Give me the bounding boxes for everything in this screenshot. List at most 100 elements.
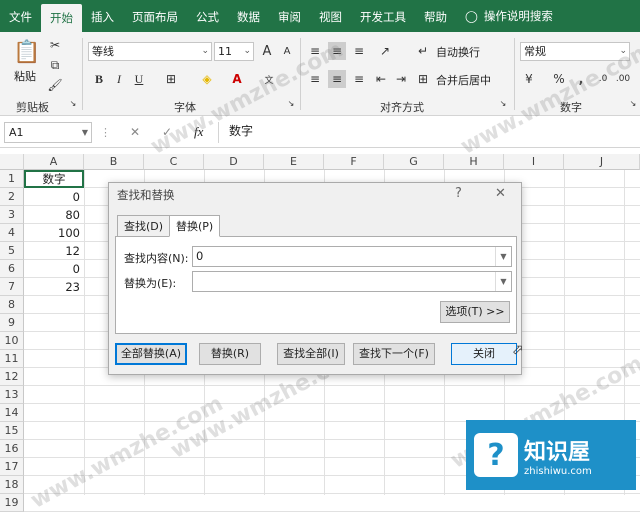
- replace-button[interactable]: 替换(R): [199, 343, 261, 365]
- increase-indent-icon[interactable]: ⇥: [392, 70, 410, 88]
- grid-line: [24, 493, 640, 494]
- col-header[interactable]: I: [504, 154, 564, 170]
- tab-page-layout[interactable]: 页面布局: [123, 0, 187, 32]
- align-center-icon[interactable]: ≡: [328, 70, 346, 88]
- row-header[interactable]: 10: [0, 332, 24, 350]
- cell-a7[interactable]: 23: [24, 278, 84, 296]
- col-header[interactable]: E: [264, 154, 324, 170]
- paste-icon[interactable]: 📋: [13, 38, 40, 66]
- cell-a5[interactable]: 12: [24, 242, 84, 260]
- orientation-icon[interactable]: ↗: [376, 42, 394, 60]
- decrease-indent-icon[interactable]: ⇤: [372, 70, 390, 88]
- cell-a3[interactable]: 80: [24, 206, 84, 224]
- font-size-combo[interactable]: 11 ⌄: [214, 42, 254, 61]
- tab-formulas[interactable]: 公式: [187, 0, 228, 32]
- wrap-text-label[interactable]: 自动换行: [436, 44, 480, 60]
- border-icon[interactable]: ⊞: [162, 70, 180, 88]
- grow-font-icon[interactable]: A: [258, 42, 276, 60]
- tab-find[interactable]: 查找(D): [117, 215, 171, 237]
- alignment-launcher-icon[interactable]: ↘: [498, 98, 508, 108]
- tab-view[interactable]: 视图: [310, 0, 351, 32]
- currency-icon[interactable]: ¥: [520, 70, 538, 88]
- find-all-button[interactable]: 查找全部(I): [277, 343, 345, 365]
- tab-file[interactable]: 文件: [0, 0, 41, 32]
- tab-review[interactable]: 审阅: [269, 0, 310, 32]
- col-header[interactable]: F: [324, 154, 384, 170]
- row-header[interactable]: 9: [0, 314, 24, 332]
- cell-a1[interactable]: 数字: [24, 170, 84, 188]
- formula-input[interactable]: 数字: [218, 122, 636, 143]
- select-all-corner[interactable]: [0, 154, 24, 170]
- font-name-combo[interactable]: 等线 ⌄: [88, 42, 212, 61]
- dialog-title: 查找和替换: [117, 188, 175, 202]
- row-header[interactable]: 19: [0, 494, 24, 512]
- row-header[interactable]: 6: [0, 260, 24, 278]
- row-header[interactable]: 7: [0, 278, 24, 296]
- col-header[interactable]: C: [144, 154, 204, 170]
- row-header[interactable]: 12: [0, 368, 24, 386]
- replace-panel: 查找内容(N): 0 ▼ 替换为(E): ▼ 选项(T) >>: [115, 236, 517, 334]
- col-header[interactable]: G: [384, 154, 444, 170]
- tab-developer[interactable]: 开发工具: [351, 0, 415, 32]
- cell-a4[interactable]: 100: [24, 224, 84, 242]
- row-header[interactable]: 3: [0, 206, 24, 224]
- row-header[interactable]: 4: [0, 224, 24, 242]
- find-next-button[interactable]: 查找下一个(F): [353, 343, 435, 365]
- align-right-icon[interactable]: ≡: [350, 70, 368, 88]
- align-bottom-icon[interactable]: ≡: [350, 42, 368, 60]
- chevron-down-icon[interactable]: ▼: [495, 247, 511, 266]
- font-launcher-icon[interactable]: ↘: [286, 98, 296, 108]
- row-header[interactable]: 2: [0, 188, 24, 206]
- row-header[interactable]: 15: [0, 422, 24, 440]
- cancel-icon[interactable]: ✕: [130, 125, 140, 139]
- merge-center-label[interactable]: 合并后居中: [436, 72, 491, 88]
- row-header[interactable]: 13: [0, 386, 24, 404]
- italic-button[interactable]: I: [110, 70, 128, 88]
- replace-with-input[interactable]: ▼: [192, 271, 512, 292]
- merge-center-icon[interactable]: ⊞: [414, 70, 432, 88]
- row-header[interactable]: 16: [0, 440, 24, 458]
- format-painter-icon[interactable]: 🖌: [46, 76, 64, 94]
- help-icon[interactable]: ?: [455, 186, 462, 201]
- tab-insert[interactable]: 插入: [82, 0, 123, 32]
- find-what-input[interactable]: 0 ▼: [192, 246, 512, 267]
- cut-icon[interactable]: ✂: [46, 36, 64, 54]
- shrink-font-icon[interactable]: A: [278, 42, 296, 60]
- number-launcher-icon[interactable]: ↘: [628, 98, 638, 108]
- col-header[interactable]: D: [204, 154, 264, 170]
- row-header[interactable]: 5: [0, 242, 24, 260]
- row-header[interactable]: 14: [0, 404, 24, 422]
- close-icon[interactable]: ✕: [495, 186, 506, 201]
- options-button[interactable]: 选项(T) >>: [440, 301, 510, 323]
- underline-button[interactable]: U: [130, 70, 148, 88]
- col-header[interactable]: A: [24, 154, 84, 170]
- fill-color-icon[interactable]: ◈: [198, 70, 216, 88]
- find-replace-dialog: 查找和替换 ? ✕ 查找(D) 替换(P) 查找内容(N): 0 ▼ 替换为(E)…: [108, 182, 522, 375]
- tab-replace[interactable]: 替换(P): [169, 215, 221, 237]
- col-header[interactable]: B: [84, 154, 144, 170]
- close-button[interactable]: 关闭: [451, 343, 517, 365]
- tell-me-search[interactable]: ◯ 操作说明搜索: [456, 0, 562, 32]
- row-header[interactable]: 11: [0, 350, 24, 368]
- find-what-label: 查找内容(N):: [124, 252, 189, 265]
- tab-home[interactable]: 开始: [41, 4, 82, 32]
- row-header[interactable]: 17: [0, 458, 24, 476]
- chevron-down-icon: ⌄: [243, 46, 251, 56]
- paste-label[interactable]: 粘贴: [14, 68, 36, 84]
- tab-help[interactable]: 帮助: [415, 0, 456, 32]
- col-header[interactable]: J: [564, 154, 640, 170]
- tab-data[interactable]: 数据: [228, 0, 269, 32]
- name-box[interactable]: A1 ▼: [4, 122, 92, 143]
- row-header[interactable]: 18: [0, 476, 24, 494]
- wrap-text-icon[interactable]: ↵: [414, 42, 432, 60]
- clipboard-launcher-icon[interactable]: ↘: [68, 98, 78, 108]
- find-what-value: 0: [196, 249, 204, 263]
- bold-button[interactable]: B: [90, 70, 108, 88]
- cell-a2[interactable]: 0: [24, 188, 84, 206]
- row-header[interactable]: 8: [0, 296, 24, 314]
- copy-icon[interactable]: ⧉: [46, 56, 64, 74]
- replace-all-button[interactable]: 全部替换(A): [115, 343, 187, 365]
- row-header[interactable]: 1: [0, 170, 24, 188]
- cell-a6[interactable]: 0: [24, 260, 84, 278]
- chevron-down-icon[interactable]: ▼: [495, 272, 511, 291]
